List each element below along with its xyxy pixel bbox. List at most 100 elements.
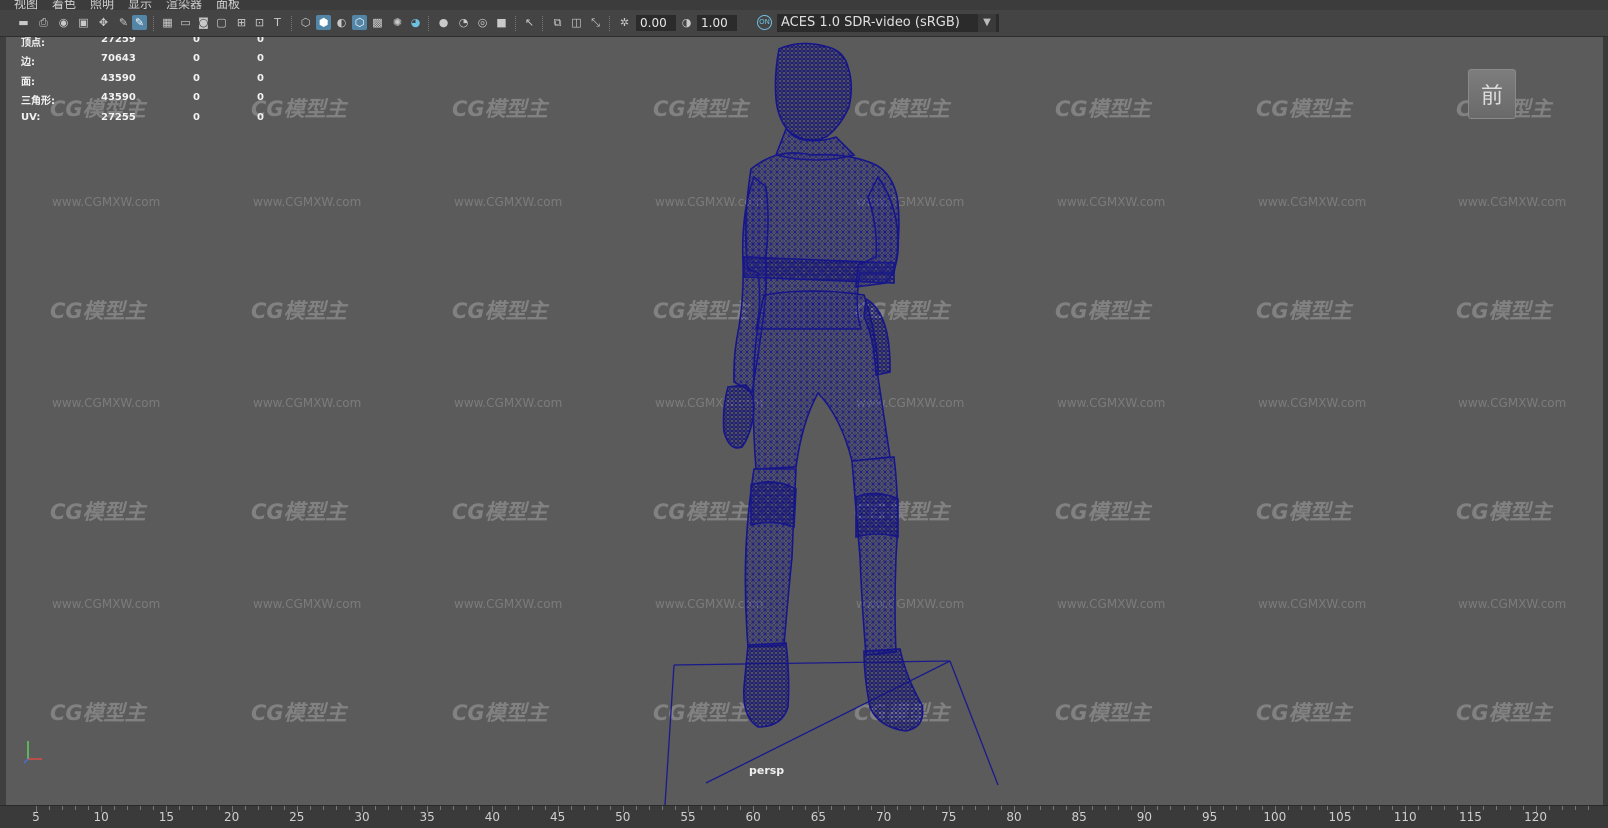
view-cube[interactable]: 前	[1468, 69, 1516, 119]
image-plane-icon[interactable]: ▣	[76, 15, 91, 30]
timeline-tick	[648, 806, 650, 810]
gamma-field[interactable]: 1.00	[697, 15, 737, 31]
color-management-icon[interactable]: ON	[757, 15, 772, 30]
wireframe-icon[interactable]: ⬡	[298, 15, 313, 30]
timeline-tick	[818, 806, 820, 812]
wireframe-on-shaded-icon[interactable]: ⬡	[352, 15, 367, 30]
timeline-tick	[583, 806, 585, 810]
timeline-tick	[935, 806, 937, 810]
timeline-tick	[231, 806, 233, 812]
menu-show[interactable]: 显示	[128, 0, 152, 10]
timeline-tick	[1183, 806, 1185, 810]
safe-action-icon[interactable]: ⊡	[252, 15, 267, 30]
timeline-tick-label: 110	[1393, 810, 1417, 824]
xray-icon[interactable]: ⧉	[550, 15, 565, 30]
timeline-tick	[518, 806, 520, 810]
grease-pencil-icon[interactable]: ✎	[116, 15, 131, 30]
timeline-tick	[857, 806, 859, 810]
resolution-gate-icon[interactable]: ◙	[196, 15, 211, 30]
timeline-tick	[661, 806, 663, 810]
timeline-tick	[1340, 806, 1341, 812]
timeline-tick	[1157, 806, 1159, 810]
timeline-tick	[401, 806, 403, 810]
textured-icon[interactable]: ▩	[370, 15, 385, 30]
chevron-down-icon: ▼	[978, 14, 996, 32]
gamma-icon[interactable]: ◑	[679, 15, 694, 30]
timeline-tick	[557, 806, 559, 812]
timeline-tick-label: 55	[680, 810, 696, 824]
xray-joints-icon[interactable]: ◫	[569, 15, 584, 30]
wireframe-model[interactable]	[6, 37, 1603, 805]
camera-attributes-icon[interactable]: ⎙	[36, 15, 51, 30]
timeline-tick	[674, 806, 676, 810]
timeline-tick	[166, 806, 168, 812]
smooth-shade-icon[interactable]: ⬢	[316, 15, 331, 30]
timeline-tick	[896, 806, 898, 810]
safe-title-icon[interactable]: T	[270, 15, 285, 30]
menu-panels[interactable]: 面板	[216, 0, 240, 10]
timeline-tick	[322, 806, 324, 810]
select-camera-icon[interactable]: ▬	[16, 15, 31, 30]
bookmark-icon[interactable]: ◉	[56, 15, 71, 30]
film-gate-icon[interactable]: ▭	[178, 15, 193, 30]
timeline-tick-label: 45	[549, 810, 566, 824]
gate-mask-icon[interactable]: ▢	[214, 15, 229, 30]
menu-lighting[interactable]: 照明	[90, 0, 114, 10]
timeline-tick	[1509, 806, 1511, 810]
timeline-tick	[987, 806, 989, 810]
timeline-tick	[1366, 806, 1368, 810]
timeline-tick-label: 70	[875, 810, 892, 824]
timeline-tick	[1014, 806, 1015, 812]
timeline-tick	[1313, 806, 1315, 810]
depth-of-field-icon[interactable]: ■	[494, 15, 509, 30]
use-all-lights-icon[interactable]: ✺	[390, 15, 405, 30]
timeline-tick	[127, 806, 129, 810]
time-slider[interactable]: 5 10 15 20 25 30 35 40 45 50 55 60 65 70 75 80 85 90 95 100…	[0, 805, 1608, 828]
timeline-tick	[62, 806, 64, 810]
timeline-tick	[479, 806, 481, 810]
timeline-tick	[1405, 806, 1407, 812]
grease-pencil-toggle-icon[interactable]: ✎	[132, 15, 147, 30]
timeline-tick	[727, 806, 729, 810]
timeline-tick-label: 5	[32, 810, 40, 824]
timeline-tick	[805, 806, 807, 810]
motion-blur-icon[interactable]: ◔	[456, 15, 471, 30]
timeline-tick	[309, 806, 311, 810]
timeline-tick	[348, 806, 350, 810]
right-panel-edge	[1603, 37, 1608, 827]
timeline-tick-label: 100	[1263, 810, 1287, 824]
timeline-tick	[740, 806, 742, 810]
character-mesh	[722, 42, 924, 732]
timeline-tick-label: 30	[354, 810, 370, 824]
exposure-icon[interactable]: ✲	[617, 15, 632, 30]
menu-view[interactable]: 视图	[14, 0, 38, 10]
exposure-field[interactable]: 0.00	[636, 15, 676, 31]
timeline-tick	[1000, 806, 1002, 810]
multisample-aa-icon[interactable]: ◎	[475, 15, 490, 30]
timeline-tick	[1483, 806, 1485, 810]
viewport-3d[interactable]: CG模型主 CG模型主 CG模型主 CG模型主 CG模型主 CG模型主 CG模型主 CG模型主…	[6, 37, 1603, 805]
field-chart-icon[interactable]: ⊞	[234, 15, 249, 30]
toolbar-separator	[153, 16, 156, 31]
timeline-tick	[779, 806, 781, 810]
screen-space-ao-icon[interactable]: ●	[436, 15, 451, 30]
isolate-select-icon[interactable]: ↖	[522, 15, 537, 30]
timeline-tick	[596, 806, 598, 810]
timeline-tick	[1131, 806, 1133, 810]
default-material-icon[interactable]: ◐	[334, 15, 349, 30]
2d-pan-zoom-icon[interactable]: ✥	[96, 15, 111, 30]
timeline-tick	[244, 806, 246, 810]
colorspace-dropdown[interactable]: ACES 1.0 SDR-video (sRGB) ▼	[777, 14, 999, 32]
timeline-tick	[1040, 806, 1042, 810]
menu-shading[interactable]: 着色	[52, 0, 76, 10]
shadows-icon[interactable]: ◕	[408, 15, 423, 30]
xray-active-components-icon[interactable]: ⤡	[588, 15, 603, 30]
timeline-tick	[831, 806, 833, 810]
menu-renderer[interactable]: 渲染器	[166, 0, 202, 10]
timeline-tick-label: 120	[1524, 810, 1548, 824]
timeline-tick	[1431, 806, 1433, 810]
menu-bar: 视图 着色 照明 显示 渲染器 面板	[0, 0, 1608, 10]
grid-icon[interactable]: ▦	[160, 15, 175, 30]
timeline-tick	[909, 806, 911, 810]
timeline-tick	[1535, 806, 1537, 812]
